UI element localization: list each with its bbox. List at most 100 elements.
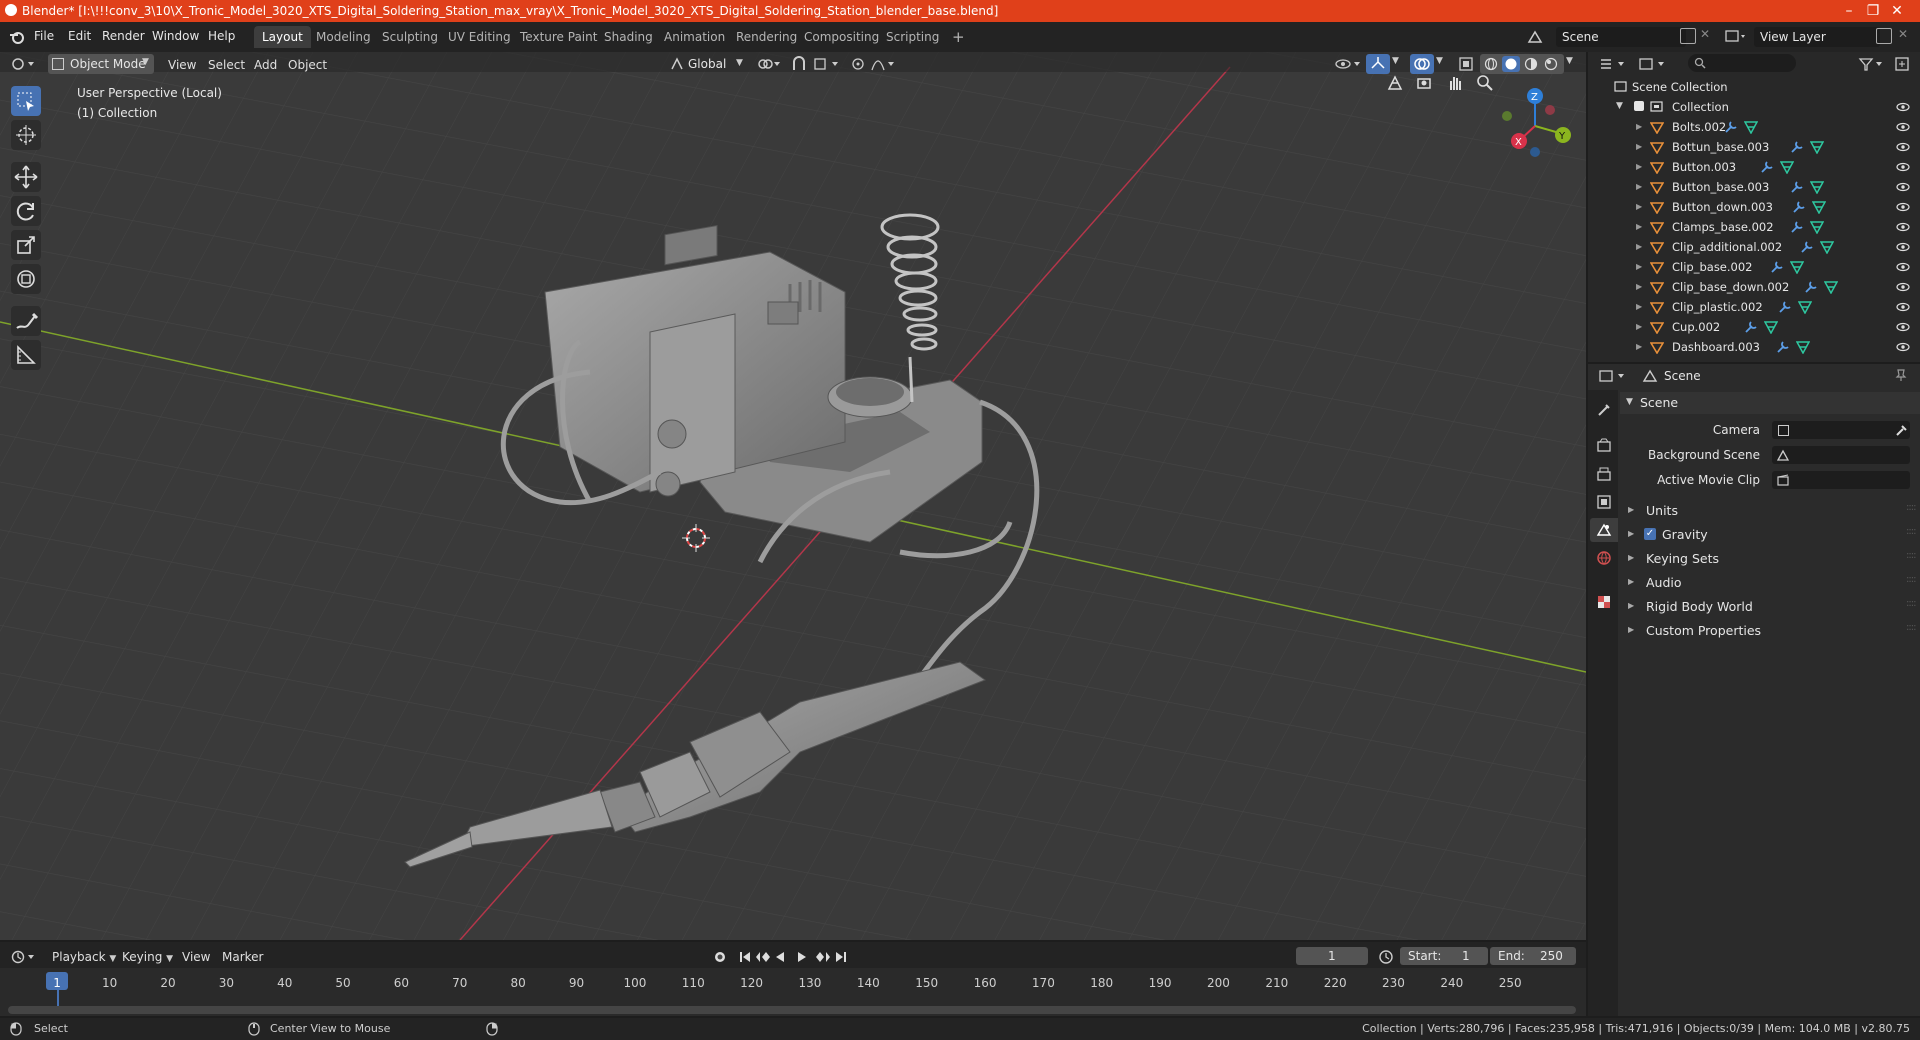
world-tab-icon[interactable] — [1596, 550, 1612, 566]
timeline-menu-marker[interactable]: Marker — [222, 950, 263, 964]
new-scene-icon[interactable] — [1680, 28, 1696, 44]
drag-handle-icon[interactable]: :::: — [1906, 550, 1917, 561]
3d-viewport[interactable]: Z Y X — [0, 52, 1586, 940]
snap-icon[interactable] — [790, 56, 808, 72]
outliner-collection-row[interactable]: ▼ Collection — [1588, 97, 1920, 117]
eye-icon[interactable] — [1896, 182, 1910, 192]
panel-units[interactable]: ▶ Units:::: — [1620, 500, 1920, 522]
modifier-wrench-icon[interactable] — [1792, 200, 1806, 214]
tab-layout[interactable]: Layout — [254, 26, 311, 48]
drag-handle-icon[interactable]: :::: — [1906, 598, 1917, 609]
scene-tab[interactable] — [1590, 518, 1618, 542]
new-view-layer-icon[interactable] — [1876, 28, 1892, 44]
timeline-editor-type-icon[interactable] — [10, 949, 38, 965]
zoom-icon[interactable] — [1474, 72, 1496, 94]
visibility-filter-icon[interactable] — [1334, 56, 1364, 72]
modifier-wrench-icon[interactable] — [1778, 300, 1792, 314]
editor-type-icon[interactable] — [10, 56, 36, 72]
tab-modeling[interactable]: Modeling — [308, 26, 379, 48]
timeline-scrollbar[interactable] — [8, 1006, 1576, 1014]
viewport-menu-view[interactable]: View — [168, 56, 196, 74]
expand-arrow-icon[interactable]: ▶ — [1636, 342, 1642, 351]
overlays-toggle[interactable] — [1410, 54, 1434, 74]
outliner-object-row[interactable]: ▶ Button_down.003 — [1588, 197, 1920, 217]
filter-icon[interactable] — [1858, 56, 1886, 72]
tab-animation[interactable]: Animation — [656, 26, 733, 48]
modifier-wrench-icon[interactable] — [1790, 140, 1804, 154]
chevron-down-icon[interactable]: ▼ — [1436, 56, 1443, 66]
prev-keyframe-icon[interactable] — [756, 952, 770, 962]
solid-shading-icon[interactable] — [1502, 56, 1520, 72]
expand-arrow-icon[interactable]: ▶ — [1636, 122, 1642, 131]
rotate-tool[interactable] — [11, 196, 41, 226]
outliner-object-row[interactable]: ▶ Cup.002 — [1588, 317, 1920, 337]
select-box-tool[interactable] — [11, 86, 41, 116]
drag-handle-icon[interactable]: :::: — [1906, 574, 1917, 585]
expand-arrow-icon[interactable]: ▶ — [1636, 302, 1642, 311]
eye-icon[interactable] — [1896, 342, 1910, 352]
record-icon[interactable] — [715, 952, 725, 962]
cursor-tool[interactable] — [11, 120, 41, 150]
close-button[interactable]: ✕ — [1874, 0, 1920, 22]
pivot-point-icon[interactable] — [756, 56, 782, 72]
modifier-wrench-icon[interactable] — [1804, 280, 1818, 294]
expand-arrow-icon[interactable]: ▶ — [1636, 182, 1642, 191]
texture-tab-icon[interactable] — [1596, 594, 1612, 610]
output-tab-icon[interactable] — [1596, 466, 1612, 482]
end-frame-field[interactable]: End: 250 — [1490, 947, 1576, 965]
panel-audio[interactable]: ▶ Audio:::: — [1620, 572, 1920, 594]
menu-file[interactable]: File — [34, 29, 54, 43]
modifier-wrench-icon[interactable] — [1744, 320, 1758, 334]
camera-field[interactable] — [1772, 421, 1910, 439]
modifier-wrench-icon[interactable] — [1800, 240, 1814, 254]
eye-icon[interactable] — [1896, 262, 1910, 272]
outliner-editor-type-icon[interactable] — [1598, 56, 1628, 72]
measure-tool[interactable] — [11, 340, 41, 370]
tab-uv-editing[interactable]: UV Editing — [440, 26, 519, 48]
mesh-data-icon[interactable] — [1820, 240, 1834, 254]
expand-arrow-icon[interactable]: ▶ — [1636, 222, 1642, 231]
viewport-menu-select[interactable]: Select — [208, 56, 245, 74]
collection-checkbox[interactable] — [1634, 101, 1644, 111]
outliner-search-input[interactable] — [1688, 54, 1796, 72]
pan-hand-icon[interactable] — [1444, 72, 1466, 94]
view-layer-tab-icon[interactable] — [1596, 494, 1612, 510]
scene-icon[interactable] — [1526, 29, 1544, 45]
eye-icon[interactable] — [1896, 202, 1910, 212]
mesh-data-icon[interactable] — [1812, 200, 1826, 214]
active-movie-clip-field[interactable] — [1772, 471, 1910, 489]
snap-target-icon[interactable] — [812, 56, 842, 72]
properties-editor-type-icon[interactable] — [1598, 368, 1628, 384]
eye-icon[interactable] — [1896, 122, 1910, 132]
next-keyframe-icon[interactable] — [816, 952, 830, 962]
blender-menu-icon[interactable] — [8, 29, 26, 45]
drag-handle-icon[interactable]: :::: — [1906, 622, 1917, 633]
mode-dropdown[interactable]: Object Mode ▼ — [48, 54, 154, 74]
wireframe-shading-icon[interactable] — [1484, 57, 1498, 71]
expand-arrow-icon[interactable]: ▶ — [1636, 282, 1642, 291]
clock-icon[interactable] — [1378, 949, 1394, 965]
transform-orientation-dropdown[interactable]: Global ▼ — [670, 54, 746, 74]
outliner-object-row[interactable]: ▶ Clamps_base.002 — [1588, 217, 1920, 237]
gizmo-toggle[interactable] — [1366, 54, 1390, 74]
xray-icon[interactable] — [1458, 56, 1474, 72]
display-mode-icon[interactable] — [1638, 56, 1668, 72]
start-frame-field[interactable]: Start: 1 — [1400, 947, 1488, 965]
modifier-wrench-icon[interactable] — [1760, 160, 1774, 174]
modifier-wrench-icon[interactable] — [1790, 180, 1804, 194]
play-icon[interactable] — [798, 952, 806, 962]
tab-texture-paint[interactable]: Texture Paint — [512, 26, 605, 48]
outliner-object-row[interactable]: ▶ Button.003 — [1588, 157, 1920, 177]
outliner-object-row[interactable]: ▶ Clip_additional.002 — [1588, 237, 1920, 257]
tab-rendering[interactable]: Rendering — [728, 26, 805, 48]
panel-keying-sets[interactable]: ▶ Keying Sets:::: — [1620, 548, 1920, 570]
eye-icon[interactable] — [1896, 222, 1910, 232]
outliner-scene-collection-row[interactable]: Scene Collection — [1588, 77, 1920, 97]
outliner-object-row[interactable]: ▶ Button_base.003 — [1588, 177, 1920, 197]
chevron-down-icon[interactable]: ▼ — [1392, 56, 1399, 66]
add-workspace-button[interactable]: + — [944, 26, 973, 48]
grid-view-icon[interactable] — [1384, 72, 1406, 94]
chevron-down-icon[interactable]: ▼ — [1566, 56, 1573, 66]
scene-selector[interactable]: Scene — [1556, 27, 1686, 47]
menu-window[interactable]: Window — [152, 29, 199, 43]
